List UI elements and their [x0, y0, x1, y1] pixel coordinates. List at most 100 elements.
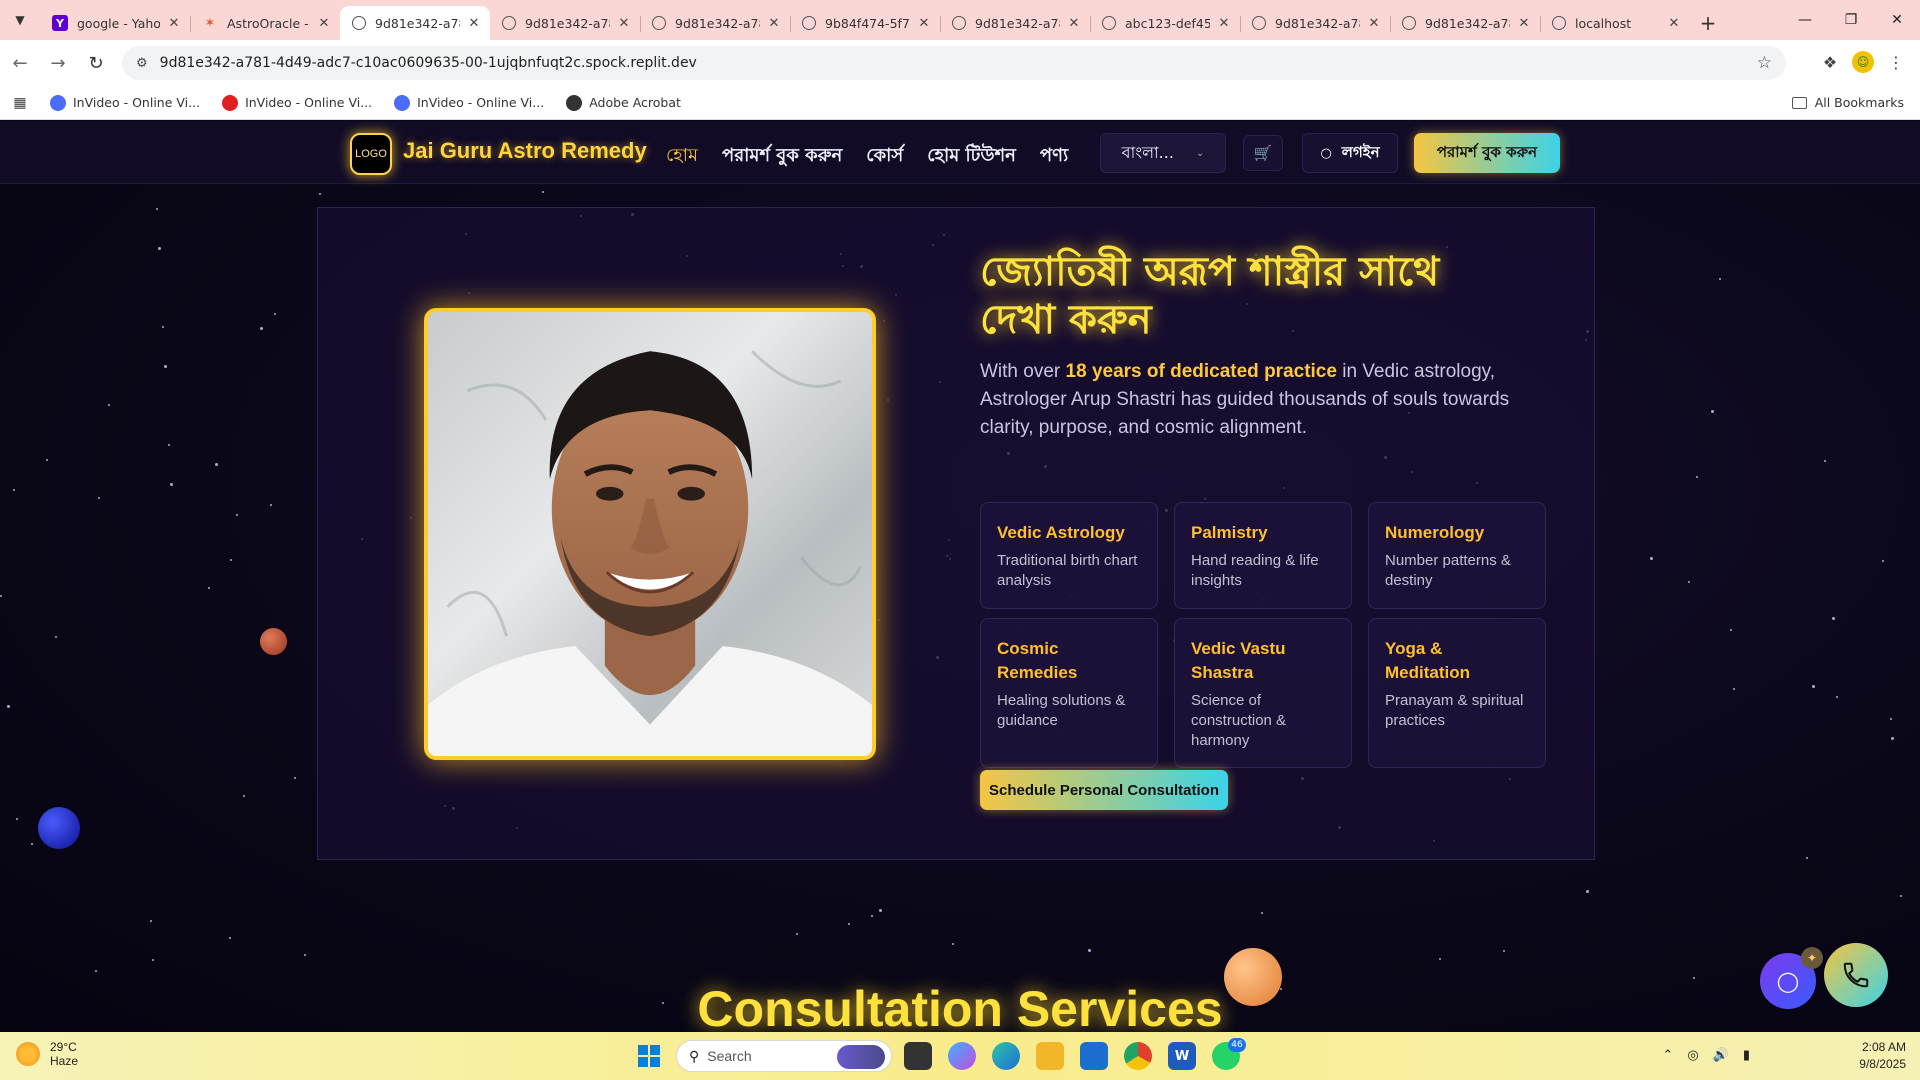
bookmark-star-icon[interactable]: ☆: [1757, 53, 1772, 73]
close-tab-icon[interactable]: ✕: [166, 16, 182, 31]
browser-tab[interactable]: abc123-def456 ✕: [1090, 6, 1240, 40]
bookmark-favicon-icon: [222, 94, 239, 111]
bookmark-label: InVideo - Online Vi...: [245, 95, 373, 110]
browser-tab[interactable]: 9d81e342-a781 ✕: [490, 6, 640, 40]
browser-menu-icon[interactable]: ⋮: [1880, 46, 1912, 78]
nav-link[interactable]: পণ্য: [1040, 141, 1068, 172]
nav-link[interactable]: কোর্স: [866, 141, 903, 172]
brand-name[interactable]: Jai Guru Astro Remedy: [403, 138, 647, 164]
call-button[interactable]: [1824, 943, 1888, 1007]
clock-time: 2:08 AM: [1861, 1040, 1906, 1054]
browser-tab[interactable]: 9d81e342-a781 ✕: [340, 6, 490, 40]
weather-temp: 29°C: [50, 1040, 77, 1054]
microsoft-store-icon[interactable]: [1080, 1042, 1108, 1070]
nav-link[interactable]: হোম টিউশন: [927, 141, 1016, 172]
book-consultation-button[interactable]: পরামর্শ বুক করুন: [1414, 133, 1560, 173]
system-tray: ⌃ ◎ 🔊 ▮: [1662, 1048, 1750, 1063]
browser-tab[interactable]: ✶ AstroOracle - P ✕: [190, 6, 340, 40]
edge-icon[interactable]: [992, 1042, 1020, 1070]
close-tab-icon[interactable]: ✕: [916, 16, 932, 31]
cart-button[interactable]: 🛒: [1243, 135, 1283, 171]
star-dot: [108, 404, 110, 406]
close-tab-icon[interactable]: ✕: [1066, 16, 1082, 31]
address-bar[interactable]: ⚙ 9d81e342-a781-4d49-adc7-c10ac0609635-0…: [122, 46, 1786, 80]
reload-icon[interactable]: ↻: [78, 45, 114, 81]
bookmark-label: Adobe Acrobat: [589, 95, 681, 110]
red-planet-decoration: [260, 628, 287, 655]
wifi-icon[interactable]: ◎: [1687, 1048, 1698, 1063]
astro-icon: ✶: [204, 15, 216, 31]
tab-title: 9d81e342-a781: [1275, 15, 1360, 31]
new-tab-button[interactable]: +: [1690, 6, 1726, 40]
bookmark-favicon-icon: [566, 94, 583, 111]
globe-icon: [1252, 16, 1266, 30]
browser-tab[interactable]: localhost ✕: [1540, 6, 1690, 40]
browser-tab[interactable]: 9d81e342-a781 ✕: [940, 6, 1090, 40]
globe-icon: [352, 16, 366, 30]
volume-icon[interactable]: 🔊: [1713, 1048, 1729, 1063]
windows-start-icon[interactable]: [638, 1045, 660, 1067]
close-tab-icon[interactable]: ✕: [766, 16, 782, 31]
service-title: Cosmic Remedies: [997, 639, 1078, 682]
star-dot: [1088, 949, 1091, 952]
chrome-icon[interactable]: [1124, 1042, 1152, 1070]
bookmark-item[interactable]: InVideo - Online Vi...: [222, 94, 373, 111]
close-tab-icon[interactable]: ✕: [466, 16, 482, 31]
browser-tab[interactable]: 9d81e342-a781 ✕: [640, 6, 790, 40]
task-view-icon[interactable]: [904, 1042, 932, 1070]
nav-link[interactable]: পরামর্শ বুক করুন: [722, 141, 842, 172]
bookmark-item[interactable]: Adobe Acrobat: [566, 94, 681, 111]
taskbar-search[interactable]: ⚲ Search: [676, 1040, 892, 1072]
login-button[interactable]: ○ লগইন: [1302, 133, 1398, 173]
language-select[interactable]: বাংলা... ⌄: [1100, 133, 1226, 173]
close-tab-icon[interactable]: ✕: [1516, 16, 1532, 31]
star-dot: [1688, 581, 1690, 583]
browser-tab[interactable]: 9d81e342-a781 ✕: [1240, 6, 1390, 40]
close-tab-icon[interactable]: ✕: [1666, 16, 1682, 31]
battery-icon[interactable]: ▮: [1743, 1048, 1750, 1063]
forward-arrow-icon[interactable]: →: [40, 45, 76, 81]
schedule-consultation-button[interactable]: Schedule Personal Consultation: [980, 770, 1228, 810]
bookmark-item[interactable]: InVideo - Online Vi...: [394, 94, 544, 111]
globe-icon: [1552, 16, 1566, 30]
site-info-icon[interactable]: ⚙: [136, 56, 148, 71]
browser-tab[interactable]: 9b84f474-5f75 ✕: [790, 6, 940, 40]
close-window-icon[interactable]: ✕: [1874, 0, 1920, 40]
extensions-icon[interactable]: ❖: [1814, 46, 1846, 78]
profile-avatar[interactable]: ☺: [1852, 51, 1874, 73]
clock[interactable]: 2:08 AM 9/8/2025: [1859, 1039, 1906, 1073]
file-explorer-icon[interactable]: [1036, 1042, 1064, 1070]
apps-grid-icon[interactable]: ▦: [0, 95, 40, 111]
star-dot: [1730, 629, 1732, 631]
minimize-icon[interactable]: —: [1782, 0, 1828, 40]
close-tab-icon[interactable]: ✕: [316, 16, 332, 31]
service-card: Cosmic Remedies Healing solutions & guida…: [980, 618, 1158, 768]
star-dot: [1733, 688, 1735, 690]
browser-tab[interactable]: 9d81e342-a781 ✕: [1390, 6, 1540, 40]
weather-widget[interactable]: 29°C Haze: [16, 1040, 78, 1068]
copilot-icon[interactable]: [948, 1042, 976, 1070]
star-dot: [162, 326, 164, 328]
service-description: Healing solutions & guidance: [997, 692, 1126, 729]
service-description: Hand reading & life insights: [1191, 552, 1319, 589]
haze-sun-icon: [16, 1042, 40, 1066]
site-logo[interactable]: LOGO: [350, 133, 392, 175]
globe-icon: [652, 16, 666, 30]
star-dot: [16, 818, 18, 820]
tab-search-dropdown-icon[interactable]: ▼: [0, 0, 40, 40]
star-dot: [1890, 718, 1892, 720]
search-highlight-image: [837, 1045, 885, 1069]
back-arrow-icon[interactable]: ←: [2, 45, 38, 81]
service-card: Vedic Vastu Shastra Science of constructi…: [1174, 618, 1352, 768]
close-tab-icon[interactable]: ✕: [1216, 16, 1232, 31]
word-icon[interactable]: W: [1168, 1042, 1196, 1070]
browser-tab[interactable]: Ygoogle - Yahoo ✕: [40, 6, 190, 40]
restore-icon[interactable]: ❐: [1828, 0, 1874, 40]
star-dot: [152, 959, 154, 961]
all-bookmarks-button[interactable]: All Bookmarks: [1791, 95, 1904, 110]
close-tab-icon[interactable]: ✕: [1366, 16, 1382, 31]
close-tab-icon[interactable]: ✕: [616, 16, 632, 31]
bookmark-item[interactable]: InVideo - Online Vi...: [50, 94, 200, 111]
nav-link[interactable]: হোম: [666, 141, 698, 172]
tray-overflow-icon[interactable]: ⌃: [1662, 1048, 1673, 1063]
